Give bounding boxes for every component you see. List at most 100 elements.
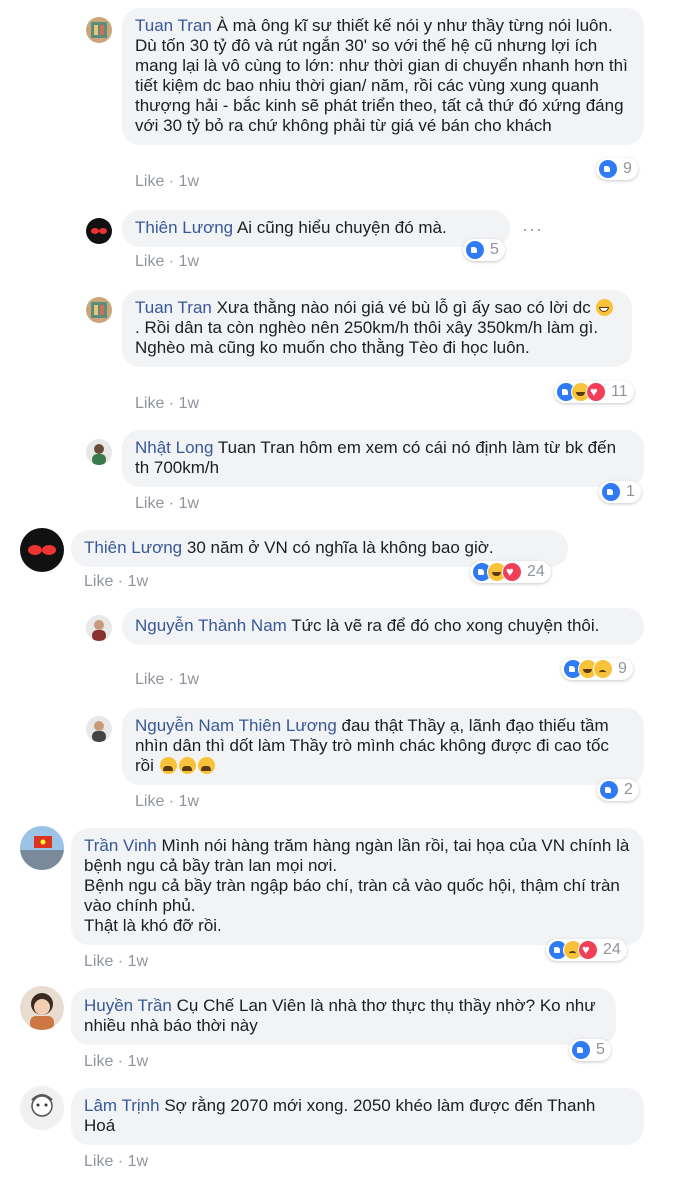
comment-time[interactable]: 1w	[128, 573, 148, 590]
love-reaction-icon	[586, 382, 606, 402]
like-button[interactable]: Like	[135, 173, 164, 190]
comment-time[interactable]: 1w	[179, 395, 199, 412]
comment-meta: Like · 1w	[135, 495, 200, 512]
crying-emoji-icon	[159, 757, 177, 774]
comment-author[interactable]: Tuan Tran	[135, 16, 212, 35]
like-reaction-icon	[599, 780, 619, 800]
like-button[interactable]: Like	[84, 573, 113, 590]
comment-text: 30 năm ở VN có nghĩa là không bao giờ.	[186, 538, 494, 557]
reaction-count[interactable]: 11	[554, 381, 634, 403]
mention-link[interactable]: Thiên Lương	[239, 716, 337, 735]
avatar[interactable]	[86, 615, 112, 641]
reaction-number: 1	[626, 483, 635, 500]
comment-bubble: Tuan Tran Xưa thằng nào nói giá vé bù lỗ…	[122, 290, 632, 367]
comment-text: Ai cũng hiểu chuyện đó mà.	[236, 218, 447, 237]
comment-time[interactable]: 1w	[128, 953, 148, 970]
love-reaction-icon	[578, 940, 598, 960]
like-button[interactable]: Like	[135, 495, 164, 512]
love-reaction-icon	[502, 562, 522, 582]
avatar[interactable]	[86, 297, 112, 323]
comment-meta: Like · 1w	[135, 395, 200, 412]
comment-author[interactable]: Trần Vinh	[84, 836, 157, 855]
sad-reaction-icon	[593, 659, 613, 679]
reaction-number: 11	[611, 383, 628, 400]
avatar[interactable]	[20, 986, 64, 1030]
avatar-image	[91, 22, 107, 38]
reaction-number: 2	[624, 781, 633, 798]
comment-time[interactable]: 1w	[179, 253, 199, 270]
comment-meta: Like · 1w	[84, 1053, 149, 1070]
like-reaction-icon	[465, 240, 485, 260]
comment-bubble: Lâm Trịnh Sợ rằng 2070 mới xong. 2050 kh…	[71, 1088, 644, 1145]
comment-time[interactable]: 1w	[179, 671, 199, 688]
avatar-image	[30, 993, 54, 1030]
comment-text: Tức là vẽ ra để đó cho xong chuyện thôi.	[291, 616, 600, 635]
comment-bubble: Nguyễn Nam Thiên Lương đau thật Thầy ạ, …	[122, 708, 644, 785]
reaction-count[interactable]: 5	[569, 1039, 611, 1061]
comment-meta: Like · 1w	[135, 671, 200, 688]
like-button[interactable]: Like	[135, 793, 164, 810]
avatar-image	[31, 1094, 53, 1117]
avatar[interactable]	[20, 1086, 64, 1130]
comment-time[interactable]: 1w	[128, 1053, 148, 1070]
reaction-count[interactable]: 5	[463, 239, 505, 261]
comment-author[interactable]: Nguyễn Thành Nam	[135, 616, 287, 635]
avatar[interactable]	[86, 716, 112, 742]
comment-meta: Like · 1w	[135, 173, 200, 190]
avatar[interactable]	[86, 439, 112, 465]
crying-emoji-icon	[197, 757, 215, 774]
reaction-number: 5	[596, 1041, 605, 1058]
reaction-count[interactable]: 24	[470, 561, 551, 583]
comment-text: Bệnh ngu cả bầy tràn ngập báo chí, tràn …	[84, 876, 620, 915]
reaction-number: 24	[527, 563, 545, 580]
comment-bubble: Thiên Lương Ai cũng hiểu chuyện đó mà.	[122, 210, 510, 247]
reaction-count[interactable]: 9	[561, 658, 633, 680]
comment-author[interactable]: Thiên Lương	[84, 538, 182, 557]
like-button[interactable]: Like	[135, 395, 164, 412]
reaction-number: 5	[490, 241, 499, 258]
comment-bubble: Huyền Trần Cụ Chế Lan Viên là nhà thơ th…	[71, 988, 616, 1045]
like-button[interactable]: Like	[84, 1053, 113, 1070]
avatar-image	[92, 444, 106, 465]
like-reaction-icon	[601, 482, 621, 502]
avatar[interactable]	[86, 17, 112, 43]
comment-author[interactable]: Tuan Tran	[135, 298, 212, 317]
like-button[interactable]: Like	[84, 1153, 113, 1170]
comment-author[interactable]: Nguyễn Nam	[135, 716, 234, 735]
like-button[interactable]: Like	[135, 253, 164, 270]
more-options-icon[interactable]: ···	[522, 219, 543, 240]
comment-author[interactable]: Huyền Trần	[84, 996, 172, 1015]
reaction-count[interactable]: 2	[597, 779, 639, 801]
crying-emoji-icon	[178, 757, 196, 774]
reaction-number: 24	[603, 941, 621, 958]
avatar-image	[92, 620, 106, 641]
avatar-image	[28, 545, 56, 555]
avatar-image	[91, 228, 107, 234]
reaction-count[interactable]: 24	[546, 939, 627, 961]
comment-time[interactable]: 1w	[128, 1153, 148, 1170]
avatar-image	[20, 836, 64, 870]
comment-meta: Like · 1w	[84, 573, 149, 590]
avatar-image	[91, 302, 107, 318]
avatar[interactable]	[20, 528, 64, 572]
comment-author[interactable]: Nhật Long	[135, 438, 213, 457]
comment-time[interactable]: 1w	[179, 173, 199, 190]
comment-bubble: Nhật Long Tuan Tran hôm em xem có cái nó…	[122, 430, 644, 487]
like-button[interactable]: Like	[135, 671, 164, 688]
comment-time[interactable]: 1w	[179, 793, 199, 810]
comment-text: Xưa thằng nào nói giá vé bù lỗ gì ấy sao…	[216, 298, 591, 317]
reaction-count[interactable]: 1	[599, 481, 641, 503]
comment-meta: Like · 1w	[135, 793, 200, 810]
like-reaction-icon	[598, 159, 618, 179]
reaction-number: 9	[623, 160, 632, 177]
avatar[interactable]	[86, 218, 112, 244]
reaction-count[interactable]: 9	[596, 158, 638, 180]
comment-author[interactable]: Lâm Trịnh	[84, 1096, 160, 1115]
comment-time[interactable]: 1w	[179, 495, 199, 512]
avatar[interactable]	[20, 826, 64, 870]
like-button[interactable]: Like	[84, 953, 113, 970]
reaction-number: 9	[618, 660, 627, 677]
comment-meta: Like · 1w	[135, 253, 200, 270]
comment-author[interactable]: Thiên Lương	[135, 218, 233, 237]
comment-bubble: Trần Vinh Mình nói hàng trăm hàng ngàn l…	[71, 828, 644, 945]
